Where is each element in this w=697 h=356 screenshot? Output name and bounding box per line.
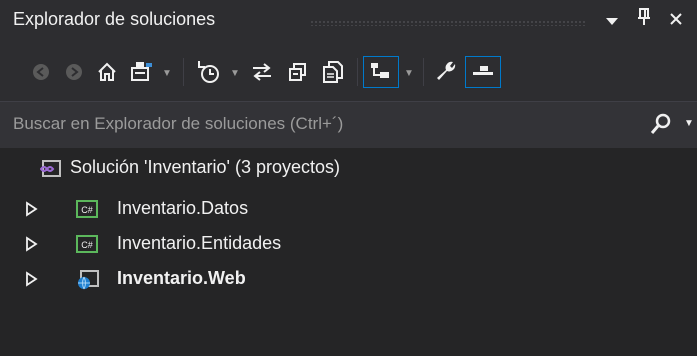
home-icon[interactable] [94, 57, 120, 87]
pin-icon[interactable] [633, 7, 655, 33]
window-position-dropdown-icon[interactable] [601, 7, 623, 33]
preview-icon[interactable] [363, 56, 399, 88]
title-grip [310, 20, 585, 26]
tree-row-project[interactable]: C# Inventario.Entidades [0, 227, 697, 261]
solution-icon [39, 158, 62, 185]
expand-arrow-icon[interactable] [24, 234, 44, 254]
project-label: Inventario.Entidades [117, 233, 282, 253]
csharp-project-icon: C# [76, 235, 98, 258]
search-box: ▼ [0, 101, 697, 148]
pending-changes-icon[interactable] [192, 57, 226, 87]
close-icon[interactable] [665, 7, 687, 33]
toolbar-separator [423, 58, 424, 86]
csharp-project-icon: C# [76, 200, 98, 223]
panel-title: Explorador de soluciones [13, 9, 216, 29]
toolbar: ▼ ▼ ▼ [0, 44, 697, 101]
web-project-icon [76, 269, 100, 296]
show-all-files-icon[interactable] [320, 57, 346, 87]
expand-arrow-icon[interactable] [24, 269, 44, 289]
tree-row-solution[interactable]: Solución 'Inventario' (3 proyectos) [0, 151, 697, 185]
forward-icon[interactable] [63, 57, 85, 87]
tree-row-project[interactable]: C# Inventario.Datos [0, 192, 697, 226]
search-icon[interactable] [650, 113, 672, 142]
project-label: Inventario.Web [117, 268, 246, 288]
preview-selected-icon[interactable] [465, 56, 501, 88]
svg-text:C#: C# [81, 240, 93, 250]
toolbar-separator [357, 58, 358, 86]
switch-views-icon[interactable] [128, 57, 158, 87]
switch-views-dropdown-icon[interactable]: ▼ [162, 68, 172, 79]
search-input[interactable] [0, 102, 653, 146]
tree-row-project[interactable]: Inventario.Web [0, 262, 697, 296]
sync-icon[interactable] [249, 57, 275, 87]
svg-text:C#: C# [81, 205, 93, 215]
properties-icon[interactable] [432, 57, 460, 87]
solution-label: Solución 'Inventario' (3 proyectos) [70, 157, 341, 177]
back-icon[interactable] [30, 57, 52, 87]
collapse-all-icon[interactable] [285, 57, 311, 87]
toolbar-separator [183, 58, 184, 86]
search-options-dropdown-icon[interactable]: ▼ [684, 118, 694, 129]
project-label: Inventario.Datos [117, 198, 249, 218]
pending-changes-dropdown-icon[interactable]: ▼ [230, 68, 240, 79]
solution-tree: Solución 'Inventario' (3 proyectos) C# I… [0, 148, 697, 356]
expand-arrow-icon[interactable] [24, 199, 44, 219]
panel-titlebar: Explorador de soluciones [0, 0, 697, 44]
preview-dropdown-icon[interactable]: ▼ [404, 68, 414, 79]
